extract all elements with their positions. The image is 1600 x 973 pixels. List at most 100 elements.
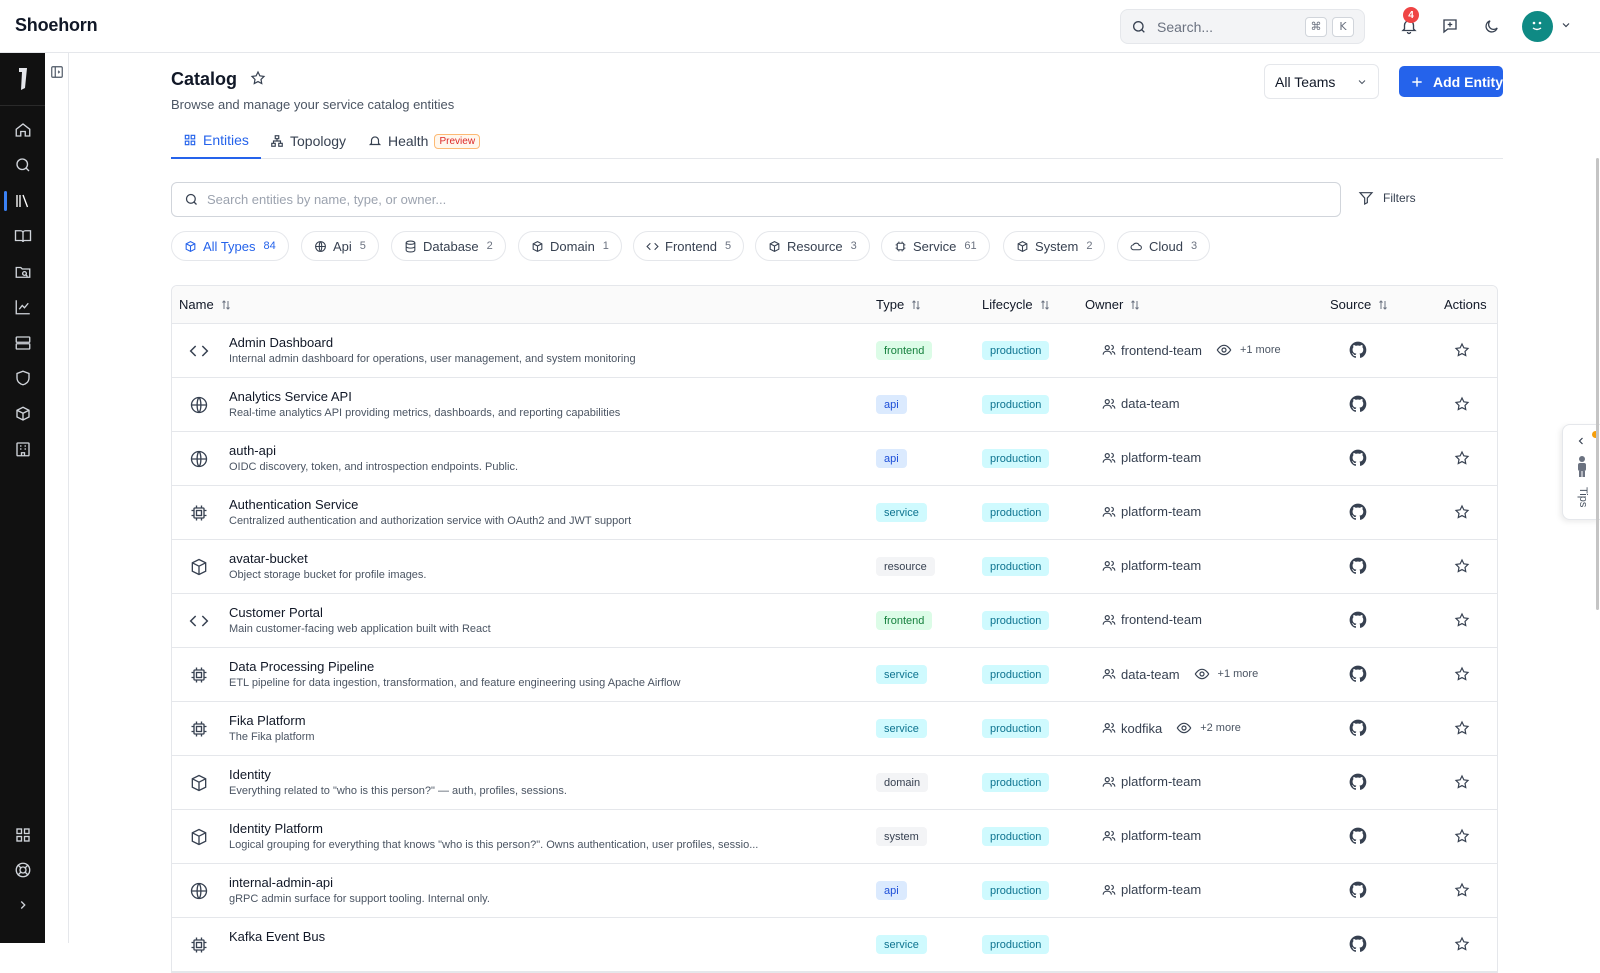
filters-button[interactable]: Filters (1358, 190, 1416, 206)
table-row[interactable]: Analytics Service API Real-time analytics… (172, 378, 1497, 432)
favorite-star-icon[interactable] (1454, 720, 1470, 736)
more-owners[interactable]: +1 more (1240, 344, 1281, 356)
apps-icon[interactable] (0, 817, 45, 853)
owner-cell[interactable]: data-team +1 more (1102, 666, 1258, 682)
chip-domain[interactable]: Domain 1 (518, 231, 622, 261)
github-icon[interactable] (1348, 718, 1368, 738)
brand-icon[interactable] (0, 53, 45, 106)
package-plus-icon[interactable] (0, 396, 45, 432)
building-icon[interactable] (0, 431, 45, 467)
favorite-star-icon[interactable] (1454, 882, 1470, 898)
feedback-button[interactable] (1439, 15, 1461, 37)
table-row[interactable]: Authentication Service Centralized authen… (172, 486, 1497, 540)
entity-name[interactable]: avatar-bucket (229, 551, 308, 566)
owner-cell[interactable]: platform-team (1102, 828, 1201, 843)
chip-all-types[interactable]: All Types 84 (171, 231, 289, 261)
home-icon[interactable] (0, 112, 45, 148)
entity-name[interactable]: Admin Dashboard (229, 335, 333, 350)
panel-toggle-icon[interactable] (50, 65, 64, 79)
favorite-star-icon[interactable] (1454, 666, 1470, 682)
column-lifecycle-header[interactable]: Lifecycle (982, 297, 1051, 312)
chevron-down-icon[interactable] (1560, 19, 1572, 31)
entity-name[interactable]: Fika Platform (229, 713, 306, 728)
chip-service[interactable]: Service 61 (881, 231, 990, 261)
column-name-header[interactable]: Name (179, 297, 232, 312)
entity-name[interactable]: Authentication Service (229, 497, 358, 512)
favorite-star-icon[interactable] (1454, 342, 1470, 358)
table-row[interactable]: Identity Everything related to "who is th… (172, 756, 1497, 810)
folder-search-icon[interactable] (0, 254, 45, 290)
more-owners[interactable]: +2 more (1200, 722, 1241, 734)
chip-cloud[interactable]: Cloud 3 (1117, 231, 1211, 261)
page-scrollbar[interactable] (1596, 158, 1599, 610)
entity-name[interactable]: auth-api (229, 443, 276, 458)
favorite-star-icon[interactable] (1454, 612, 1470, 628)
github-icon[interactable] (1348, 664, 1368, 684)
column-type-header[interactable]: Type (876, 297, 922, 312)
global-search[interactable]: Search... ⌘ K (1120, 9, 1365, 44)
server-icon[interactable] (0, 325, 45, 361)
entity-name[interactable]: Kafka Event Bus (229, 929, 325, 944)
chip-resource[interactable]: Resource 3 (755, 231, 870, 261)
shield-icon[interactable] (0, 360, 45, 396)
expand-sidebar-icon[interactable] (0, 887, 45, 923)
theme-toggle-button[interactable] (1480, 15, 1502, 37)
table-row[interactable]: Fika Platform The Fika platform service pro… (172, 702, 1497, 756)
owner-cell[interactable]: platform-team (1102, 450, 1201, 465)
entity-name[interactable]: internal-admin-api (229, 875, 333, 890)
column-owner-header[interactable]: Owner (1085, 297, 1141, 312)
github-icon[interactable] (1348, 826, 1368, 846)
entity-name[interactable]: Identity Platform (229, 821, 323, 836)
github-icon[interactable] (1348, 772, 1368, 792)
user-avatar[interactable] (1522, 11, 1553, 42)
favorite-star-icon[interactable] (1454, 504, 1470, 520)
owner-cell[interactable]: platform-team (1102, 558, 1201, 573)
owner-cell[interactable]: kodfika +2 more (1102, 720, 1241, 736)
favorite-star-icon[interactable] (1454, 936, 1470, 952)
search-nav-icon[interactable] (0, 147, 45, 183)
table-row[interactable]: avatar-bucket Object storage bucket for p… (172, 540, 1497, 594)
github-icon[interactable] (1348, 502, 1368, 522)
favorite-star-icon[interactable] (250, 70, 266, 86)
entity-search-input[interactable]: Search entities by name, type, or owner.… (171, 182, 1341, 217)
favorite-star-icon[interactable] (1454, 396, 1470, 412)
owner-cell[interactable]: frontend-team +1 more (1102, 342, 1281, 358)
table-row[interactable]: auth-api OIDC discovery, token, and intro… (172, 432, 1497, 486)
github-icon[interactable] (1348, 880, 1368, 900)
favorite-star-icon[interactable] (1454, 828, 1470, 844)
github-icon[interactable] (1348, 610, 1368, 630)
entity-name[interactable]: Analytics Service API (229, 389, 352, 404)
favorite-star-icon[interactable] (1454, 450, 1470, 466)
tips-tab[interactable]: Tips (1562, 424, 1600, 520)
github-icon[interactable] (1348, 934, 1368, 954)
chip-database[interactable]: Database 2 (391, 231, 506, 261)
team-filter-select[interactable]: All Teams (1264, 64, 1379, 99)
tab-health[interactable]: Health Preview (368, 123, 481, 159)
tab-topology[interactable]: Topology (270, 123, 346, 159)
owner-cell[interactable]: data-team (1102, 396, 1180, 411)
table-row[interactable]: Admin Dashboard Internal admin dashboard … (172, 324, 1497, 378)
analytics-icon[interactable] (0, 289, 45, 325)
table-row[interactable]: Customer Portal Main customer-facing web … (172, 594, 1497, 648)
owner-cell[interactable]: platform-team (1102, 774, 1201, 789)
github-icon[interactable] (1348, 448, 1368, 468)
chip-system[interactable]: System 2 (1003, 231, 1106, 261)
chip-api[interactable]: Api 5 (301, 231, 379, 261)
add-entity-button[interactable]: Add Entity (1399, 66, 1503, 97)
docs-icon[interactable] (0, 218, 45, 254)
eye-icon[interactable] (1194, 666, 1210, 682)
catalog-icon[interactable] (0, 183, 45, 219)
github-icon[interactable] (1348, 556, 1368, 576)
owner-cell[interactable]: platform-team (1102, 882, 1201, 897)
entity-name[interactable]: Data Processing Pipeline (229, 659, 374, 674)
github-icon[interactable] (1348, 394, 1368, 414)
eye-icon[interactable] (1216, 342, 1232, 358)
favorite-star-icon[interactable] (1454, 774, 1470, 790)
more-owners[interactable]: +1 more (1218, 668, 1259, 680)
app-logo[interactable]: Shoehorn (15, 15, 98, 36)
table-row[interactable]: Kafka Event Bus service production (172, 918, 1497, 972)
eye-icon[interactable] (1176, 720, 1192, 736)
github-icon[interactable] (1348, 340, 1368, 360)
column-source-header[interactable]: Source (1330, 297, 1389, 312)
table-row[interactable]: internal-admin-api gRPC admin surface for… (172, 864, 1497, 918)
